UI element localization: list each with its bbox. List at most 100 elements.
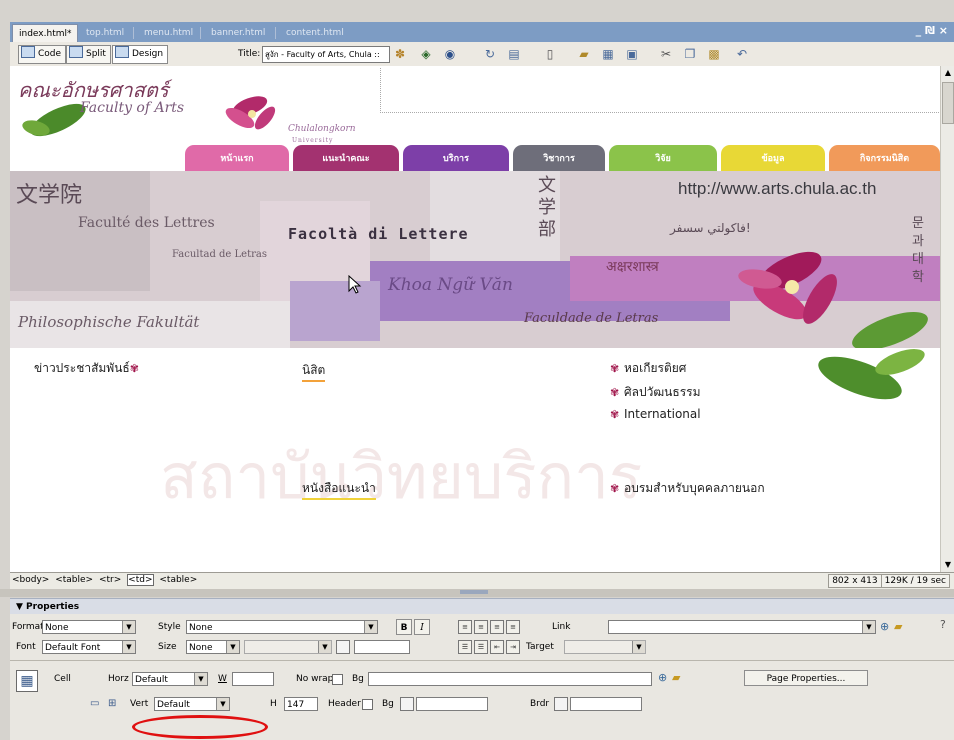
align-justify-icon[interactable]: ≡ <box>506 620 520 634</box>
tag-body[interactable]: <body> <box>12 575 49 585</box>
bg-browse-folder-icon[interactable]: ▰ <box>672 671 680 684</box>
open-folder-icon[interactable]: ▰ <box>576 46 592 62</box>
format-value: None <box>45 623 69 633</box>
tab-banner-html[interactable]: banner.html <box>205 25 271 41</box>
tab-content-html[interactable]: content.html <box>280 25 350 41</box>
align-right-icon[interactable]: ≡ <box>490 620 504 634</box>
file-management-icon[interactable]: ✽ <box>392 46 408 62</box>
text-color-swatch[interactable] <box>336 640 350 654</box>
merge-cells-icon[interactable]: ▭ <box>90 698 99 709</box>
dropdown-arrow-icon: ▼ <box>122 641 135 653</box>
link-hall-of-fame[interactable]: ✾ หอเกียรติยศ <box>610 359 686 378</box>
cut-icon[interactable]: ✂ <box>658 46 674 62</box>
nav-tab-academic[interactable]: วิชาการ <box>513 145 605 171</box>
text-color-input[interactable] <box>354 640 410 654</box>
mouse-cursor-icon <box>348 275 362 294</box>
design-view-button[interactable]: Design <box>112 45 169 64</box>
star-icon: ✾ <box>129 362 139 375</box>
scroll-down-icon[interactable]: ▼ <box>941 558 954 572</box>
nav-tab-about[interactable]: แนะนำคณะ <box>293 145 399 171</box>
link-international[interactable]: ✾ International <box>610 407 701 421</box>
split-cell-icon[interactable]: ⊞ <box>108 698 116 709</box>
bg-color-swatch[interactable] <box>400 697 414 711</box>
size-select[interactable]: None ▼ <box>186 640 240 654</box>
tab-index-html[interactable]: index.html* <box>12 24 79 43</box>
link-input[interactable]: ▼ <box>608 620 876 634</box>
nav-tab-info[interactable]: ข้อมูล <box>721 145 825 171</box>
tag-table[interactable]: <table> <box>55 575 93 585</box>
scroll-thumb[interactable] <box>942 82 954 124</box>
unordered-list-icon[interactable]: ☰ <box>458 640 472 654</box>
style-value: None <box>189 623 213 633</box>
tab-top-html[interactable]: top.html <box>80 25 130 41</box>
format-label: Format <box>12 622 44 632</box>
preview-browser-icon[interactable]: ◈ <box>418 46 434 62</box>
page-properties-button[interactable]: Page Properties... <box>744 670 868 686</box>
design-canvas[interactable]: คณะอักษรศาสตร์ Faculty of Arts Chulalong… <box>10 66 940 572</box>
link-label: Link <box>552 622 571 632</box>
banner-portuguese-text: Faculdade de Letras <box>524 311 659 326</box>
save-all-icon[interactable]: ▣ <box>624 46 640 62</box>
align-center-icon[interactable]: ≡ <box>474 620 488 634</box>
border-color-input[interactable] <box>570 697 642 711</box>
copy-icon[interactable]: ❐ <box>682 46 698 62</box>
target-select[interactable]: ▼ <box>564 640 646 654</box>
view-options-icon[interactable]: ▤ <box>506 46 522 62</box>
new-document-icon[interactable]: ▯ <box>542 46 558 62</box>
properties-panel-header[interactable]: ▼ Properties <box>10 598 954 615</box>
scroll-up-icon[interactable]: ▲ <box>941 66 954 80</box>
tab-menu-html[interactable]: menu.html <box>138 25 199 41</box>
align-left-icon[interactable]: ≡ <box>458 620 472 634</box>
indent-icon[interactable]: ⇥ <box>506 640 520 654</box>
font-label: Font <box>16 642 36 652</box>
size-label: Size <box>158 642 177 652</box>
header-checkbox[interactable] <box>362 699 373 710</box>
ordered-list-icon[interactable]: ☰ <box>474 640 488 654</box>
canvas-vertical-scrollbar[interactable]: ▲ ▼ <box>940 66 954 572</box>
refresh-icon[interactable]: ↻ <box>482 46 498 62</box>
paste-icon[interactable]: ▩ <box>706 46 722 62</box>
border-color-swatch[interactable] <box>554 697 568 711</box>
link-arts-culture[interactable]: ✾ ศิลปวัฒนธรรม <box>610 383 701 402</box>
code-view-button[interactable]: Code <box>18 45 67 64</box>
vert-select[interactable]: Default ▼ <box>154 697 230 711</box>
font-select[interactable]: Default Font ▼ <box>42 640 136 654</box>
nowrap-checkbox[interactable] <box>332 674 343 685</box>
browse-folder-icon[interactable]: ▰ <box>894 620 902 633</box>
window-controls[interactable]: _ ₪ × <box>916 24 948 37</box>
outdent-icon[interactable]: ⇤ <box>490 640 504 654</box>
point-to-file-icon[interactable]: ⊕ <box>880 620 889 633</box>
globe-icon[interactable]: ◉ <box>442 46 458 62</box>
panel-drag-handle[interactable] <box>460 590 488 594</box>
bg-image-input[interactable] <box>368 672 652 686</box>
width-input[interactable] <box>232 672 274 686</box>
undo-icon[interactable]: ↶ <box>734 46 750 62</box>
link-news[interactable]: ข่าวประชาสัมพันธ์✾ <box>34 359 144 378</box>
bold-button[interactable]: B <box>396 619 412 635</box>
banner-url-text: http://www.arts.chula.ac.th <box>678 179 877 198</box>
format-select[interactable]: None ▼ <box>42 620 136 634</box>
tag-tr[interactable]: <tr> <box>99 575 121 585</box>
height-input[interactable]: 147 <box>284 697 318 711</box>
frame-outline <box>380 68 940 113</box>
save-icon[interactable]: ▦ <box>600 46 616 62</box>
horz-select[interactable]: Default ▼ <box>132 672 208 686</box>
bg-point-to-file-icon[interactable]: ⊕ <box>658 671 667 684</box>
nav-tab-research[interactable]: วิจัย <box>609 145 717 171</box>
tag-td[interactable]: <td> <box>127 574 154 586</box>
link-recommended-books[interactable]: หนังสือแนะนำ <box>302 479 376 500</box>
cell-label: Cell <box>54 674 71 684</box>
link-outside-training[interactable]: ✾ อบรมสำหรับบุคคลภายนอก <box>610 479 765 498</box>
font-value: Default Font <box>45 643 101 653</box>
italic-button[interactable]: I <box>414 619 430 635</box>
bg-color-input[interactable] <box>416 697 488 711</box>
nav-tab-home[interactable]: หน้าแรก <box>185 145 289 171</box>
nav-tab-services[interactable]: บริการ <box>403 145 509 171</box>
help-icon[interactable]: ? <box>940 618 946 631</box>
style-select[interactable]: None ▼ <box>186 620 378 634</box>
page-title-input[interactable]: สูงัก - Faculty of Arts, Chula :: <box>262 46 390 63</box>
link-students[interactable]: นิสิต <box>302 361 326 382</box>
nav-tab-activities[interactable]: กิจกรรมนิสิต <box>829 145 940 171</box>
tag-table-inner[interactable]: <table> <box>159 575 197 585</box>
split-view-button[interactable]: Split <box>66 45 111 64</box>
